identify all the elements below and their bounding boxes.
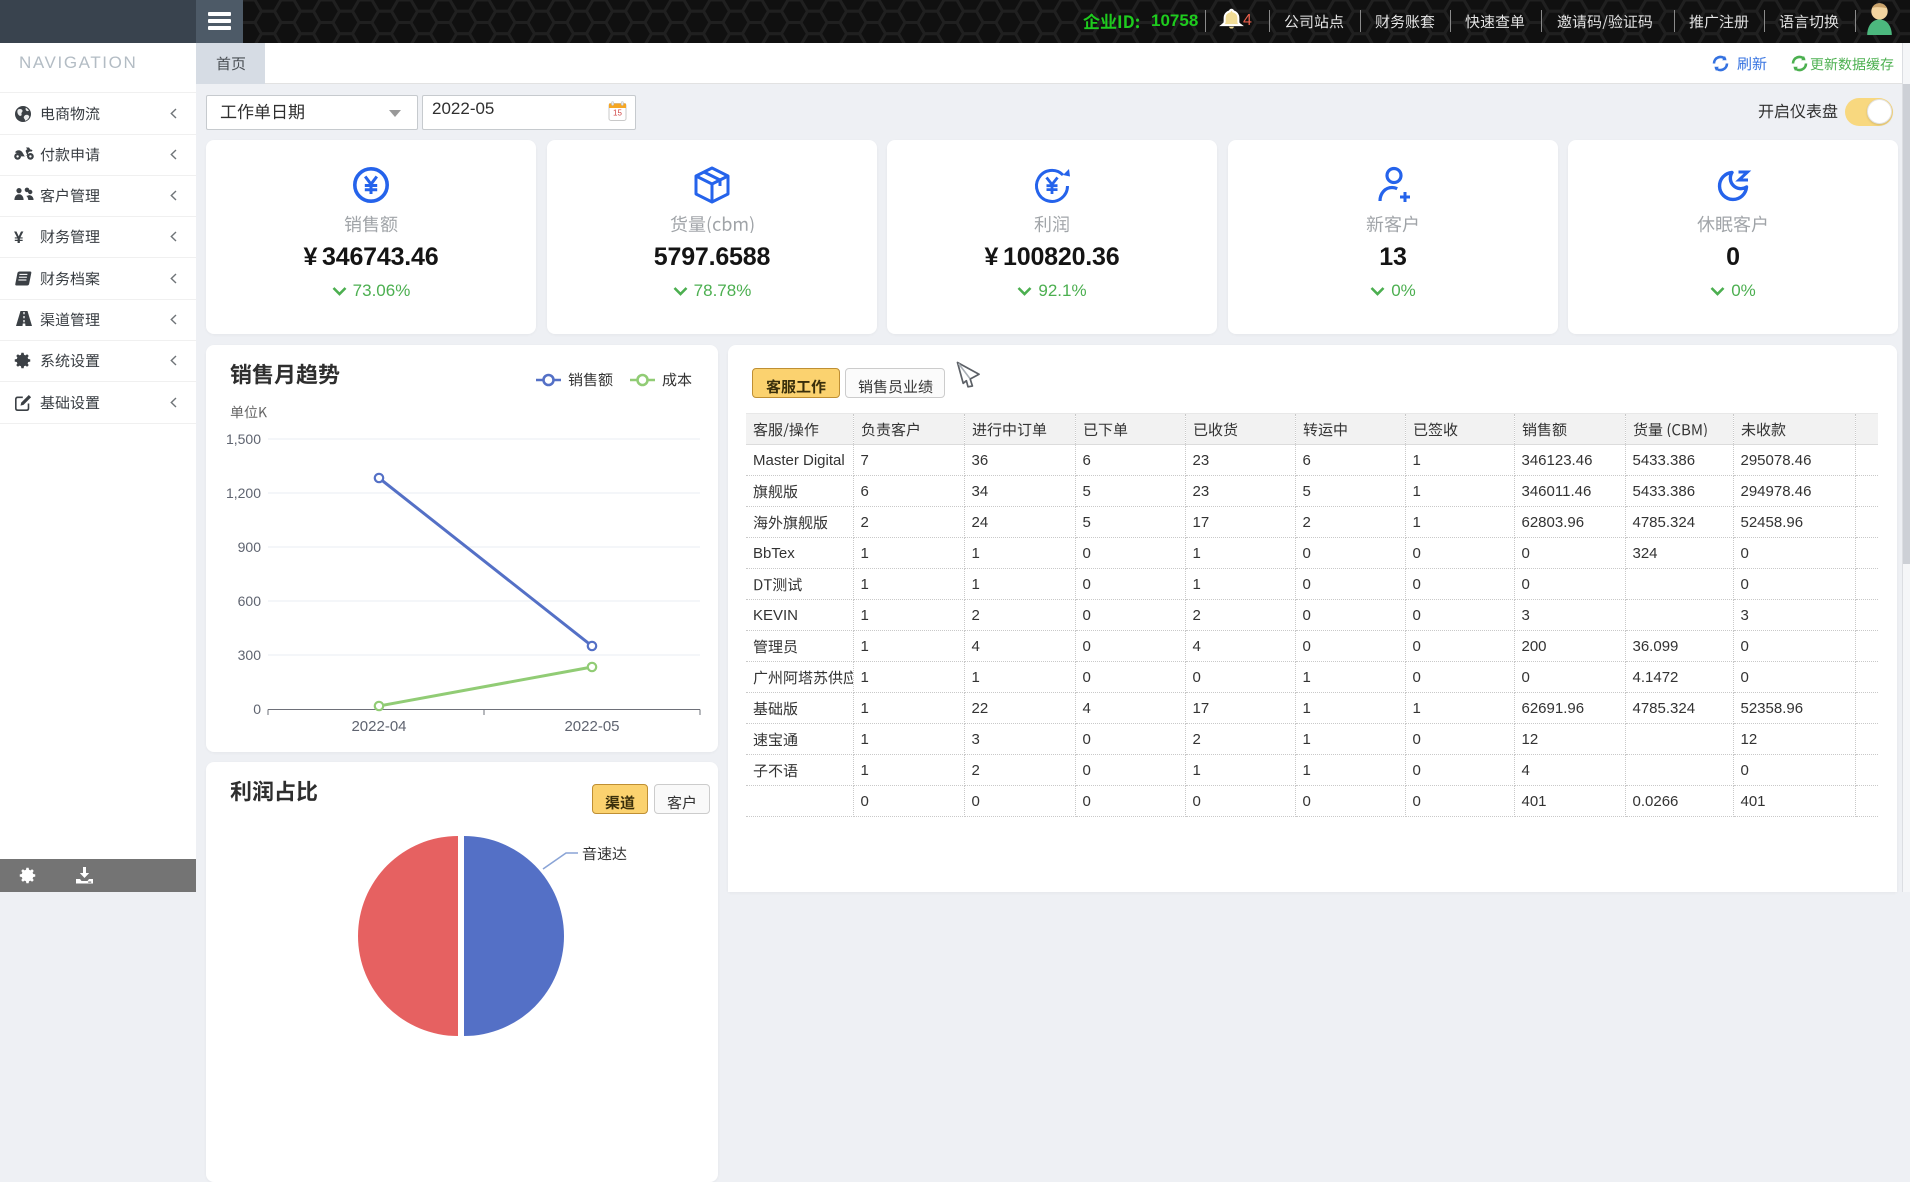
svg-text:15: 15	[613, 109, 622, 118]
svg-text:1,200: 1,200	[226, 485, 261, 501]
svg-text:2022-05: 2022-05	[564, 718, 619, 735]
svg-text:1,500: 1,500	[226, 431, 261, 447]
svg-text:2022-04: 2022-04	[351, 718, 406, 735]
svg-text:900: 900	[238, 539, 262, 555]
svg-text:300: 300	[238, 647, 262, 663]
svg-text:600: 600	[238, 593, 262, 609]
svg-text:0: 0	[253, 701, 261, 717]
